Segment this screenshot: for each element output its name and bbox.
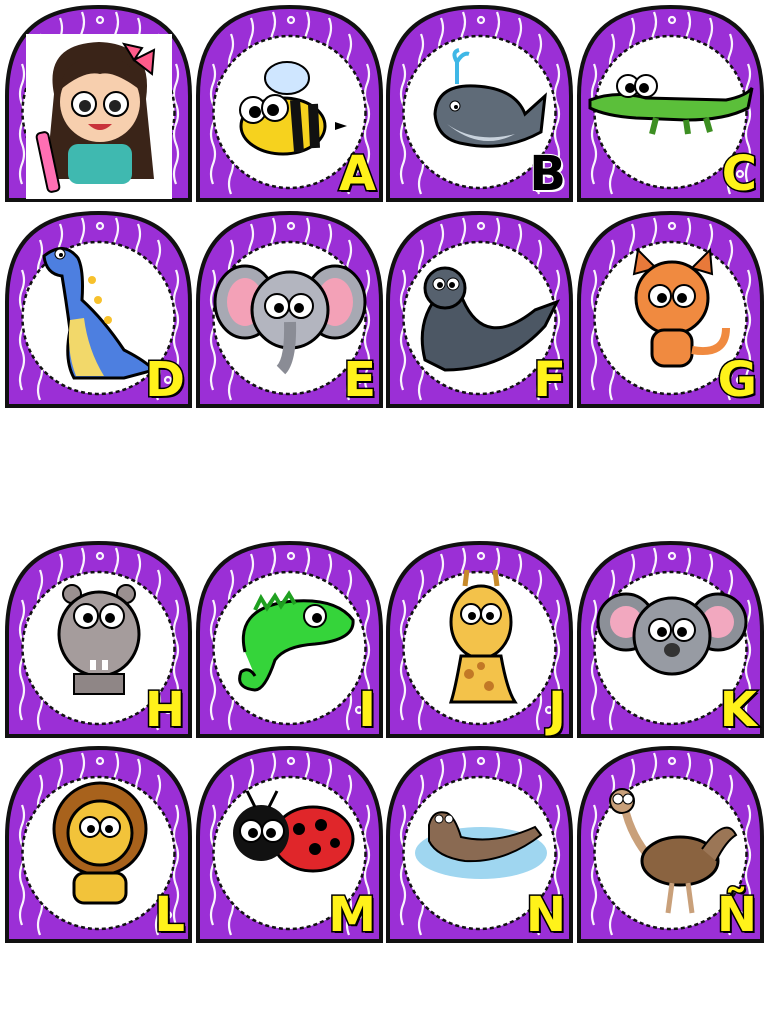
card-n: N [385,745,574,943]
card-letter: M [327,887,378,943]
card-letter: C [720,146,758,202]
card-letter: H [143,682,186,738]
card-letter: F [532,352,568,408]
card-letter: K [718,682,758,738]
card-letter: E [342,352,378,408]
card-letter: B [528,146,567,202]
card-letter: J [547,682,568,738]
card-k: K [576,540,765,738]
card-letter: D [144,352,187,408]
giraffe-icon [448,569,518,704]
card-letter: N [524,887,567,943]
iguana-icon [238,590,355,692]
card-j: J [385,540,574,738]
card-letter: G [716,352,758,408]
card-e: E [195,210,384,408]
card-d: D [4,210,193,408]
card-i: I [195,540,384,738]
card-g: G [576,210,765,408]
card-c: C [576,4,765,202]
card-enye: Ñ [576,745,765,943]
girl-mascot-icon [26,34,172,199]
card-m: M [195,745,384,943]
card-letter: I [357,682,378,738]
card-letter: L [153,887,187,943]
card-a: A [195,4,384,202]
card-letter: Ñ [715,887,758,943]
card-b: B [385,4,574,202]
card-l: L [4,745,193,943]
card-letter: A [337,146,377,202]
card-f: F [385,210,574,408]
card-mascot [4,4,193,202]
card-h: H [4,540,193,738]
